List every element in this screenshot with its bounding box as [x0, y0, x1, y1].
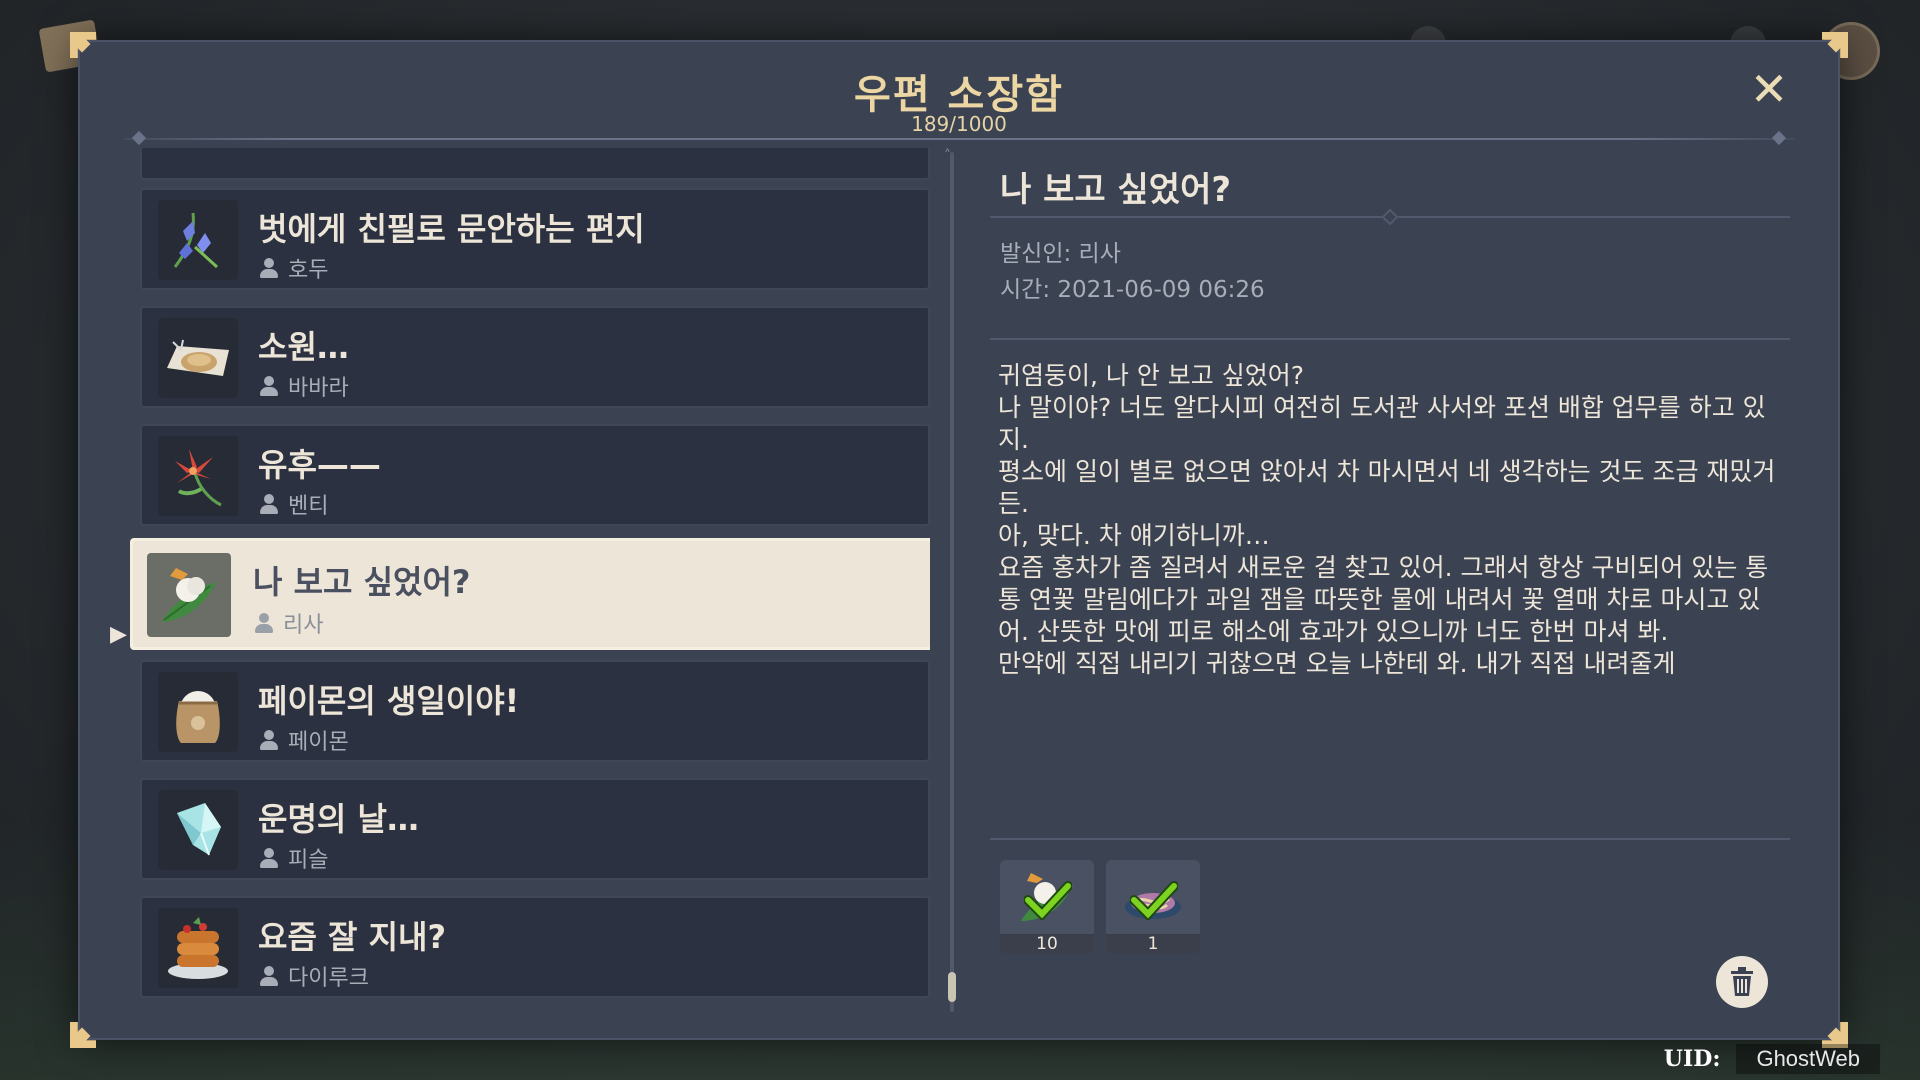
attachment-quantity: 10 — [1000, 934, 1094, 954]
attachment-quantity: 1 — [1106, 934, 1200, 954]
detail-subject: 나 보고 싶었어? — [1000, 170, 1232, 210]
person-icon — [260, 966, 278, 986]
corner-ornament — [66, 28, 100, 62]
sender-row: 바바라 — [260, 370, 349, 402]
detail-sender: 발신인: 리사 — [1000, 241, 1121, 267]
mail-item-selected[interactable]: 나 보고 싶었어? 리사 — [130, 538, 930, 650]
close-button[interactable]: ✕ — [1744, 64, 1794, 114]
flour-sack-icon — [158, 672, 238, 752]
mail-item[interactable]: 유후—— 벤티 — [140, 424, 930, 526]
bellflower-icon — [158, 200, 238, 280]
crystal-icon — [158, 790, 238, 870]
check-icon — [1024, 881, 1072, 920]
mail-body-line: 귀염둥이, 나 안 보고 싶었어? — [998, 361, 1305, 390]
sender-row: 페이몬 — [260, 724, 349, 756]
mail-body-line: 만약에 직접 내리기 귀찮으면 오늘 나한테 와. 내가 직접 내려줄게 — [998, 649, 1676, 678]
scroll-food-icon — [158, 318, 238, 398]
mail-subject: 페이몬의 생일이야! — [258, 682, 520, 720]
attachments: 10 1 — [1000, 860, 1200, 954]
mail-subject: 유후—— — [258, 446, 381, 484]
detail-divider — [990, 838, 1790, 840]
person-icon — [260, 730, 278, 750]
scrollbar-track[interactable] — [950, 152, 954, 1012]
mail-sender: 호두 — [288, 258, 329, 283]
attachment-item[interactable]: 1 — [1106, 860, 1200, 954]
sender-row: 호두 — [260, 252, 328, 284]
detail-time: 시간: 2021-06-09 06:26 — [1000, 277, 1265, 303]
person-icon — [260, 376, 278, 396]
header-divider — [124, 138, 1794, 140]
corner-ornament — [66, 1018, 100, 1052]
mail-subject: 벗에게 친필로 문안하는 편지 — [258, 210, 645, 248]
mail-sender: 피슬 — [288, 848, 329, 873]
mail-body-line: 요즘 홍차가 좀 질려서 새로운 걸 찾고 있어. 그래서 항상 구비되어 있는… — [998, 553, 1769, 646]
mail-body-line: 평소에 일이 별로 없으면 앉아서 차 마시면서 네 생각하는 것도 조금 재밌… — [998, 457, 1776, 518]
list-item-partial[interactable] — [140, 148, 930, 180]
selection-arrow-icon: ▶ — [110, 622, 127, 647]
person-icon — [260, 258, 278, 278]
sender-row: 리사 — [255, 607, 323, 639]
mail-sender: 바바라 — [288, 376, 349, 401]
mail-subject: 나 보고 싶었어? — [253, 563, 471, 601]
mail-collection-window: 우편 소장함 189/1000 ✕ 벗에게 친필로 문안하는 편지 호두 소원…… — [78, 40, 1840, 1040]
mail-item[interactable]: 운명의 날… 피슬 — [140, 778, 930, 880]
mail-item[interactable]: 페이몬의 생일이야! 페이몬 — [140, 660, 930, 762]
mail-subject: 요즘 잘 지내? — [258, 918, 447, 956]
mail-sender: 벤티 — [288, 494, 329, 519]
mail-body: 귀염둥이, 나 안 보고 싶었어? 나 말이야? 너도 알다시피 여전히 도서관… — [998, 360, 1788, 680]
mail-list[interactable]: 벗에게 친필로 문안하는 편지 호두 소원… 바바라 유후—— 벤티 나 보고 … — [130, 148, 930, 1008]
delete-button[interactable] — [1716, 956, 1768, 1008]
mail-subject: 소원… — [258, 328, 349, 366]
person-icon — [260, 848, 278, 868]
mint-dumpling-icon — [147, 553, 231, 637]
mail-item[interactable]: 요즘 잘 지내? 다이루크 — [140, 896, 930, 998]
mail-body-line: 아, 맞다. 차 얘기하니까… — [998, 521, 1270, 550]
detail-divider — [990, 208, 1790, 226]
check-icon — [1130, 881, 1178, 920]
sender-row: 다이루크 — [260, 960, 369, 992]
red-lily-flower-icon — [158, 436, 238, 516]
sender-row: 피슬 — [260, 842, 328, 874]
mail-sender: 다이루크 — [288, 966, 369, 991]
uid-label: UID: — [1663, 1046, 1721, 1072]
mail-subject: 운명의 날… — [258, 800, 419, 838]
attachment-item[interactable]: 10 — [1000, 860, 1094, 954]
uid-display: UID: GhostWeb — [1664, 1044, 1880, 1074]
trash-icon — [1731, 967, 1753, 996]
person-icon — [260, 494, 278, 514]
mail-detail-panel: 나 보고 싶었어? 발신인: 리사 시간: 2021-06-09 06:26 귀… — [990, 148, 1790, 1008]
corner-ornament — [1818, 28, 1852, 62]
mail-item[interactable]: 벗에게 친필로 문안하는 편지 호두 — [140, 188, 930, 290]
scrollbar-thumb[interactable] — [948, 972, 956, 1002]
person-icon — [255, 613, 273, 633]
mail-sender: 리사 — [283, 613, 324, 638]
pancake-stack-icon — [158, 908, 238, 988]
mail-sender: 페이몬 — [288, 730, 349, 755]
mail-item[interactable]: 소원… 바바라 — [140, 306, 930, 408]
detail-divider — [990, 338, 1790, 340]
mail-body-line: 나 말이야? 너도 알다시피 여전히 도서관 사서와 포션 배합 업무를 하고 … — [998, 393, 1766, 454]
sender-row: 벤티 — [260, 488, 328, 520]
mail-count: 189/1000 — [911, 112, 1007, 136]
uid-value: GhostWeb — [1736, 1044, 1880, 1074]
